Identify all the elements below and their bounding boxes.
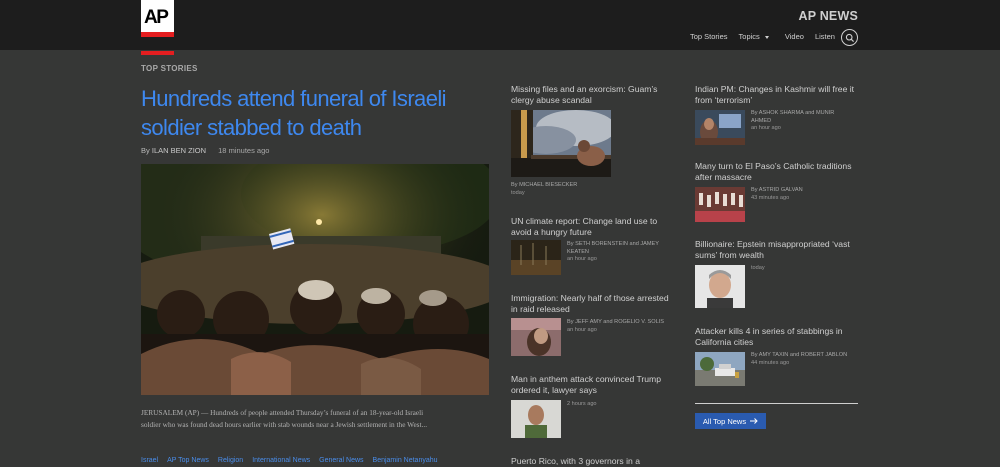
story-thumbnail[interactable] bbox=[695, 265, 745, 308]
lead-byline: By ILAN BEN ZION 18 minutes ago bbox=[141, 146, 269, 155]
story-item[interactable]: Man in anthem attack convinced Trump ord… bbox=[511, 374, 676, 396]
story-thumbnail[interactable] bbox=[511, 110, 611, 177]
tag-link[interactable]: Israel bbox=[141, 457, 158, 464]
story-thumbnail[interactable] bbox=[695, 187, 745, 222]
main-nav: Top Stories Topics Video Listen bbox=[690, 32, 835, 41]
story-thumbnail[interactable] bbox=[695, 352, 745, 386]
byline-time: 18 minutes ago bbox=[218, 146, 270, 155]
story-item[interactable]: Missing files and an exorcism: Guam’s cl… bbox=[511, 84, 676, 106]
lead-tags: Israel AP Top News Religion Internationa… bbox=[141, 457, 438, 464]
story-meta: 2 hours ago bbox=[567, 401, 667, 409]
arrow-right-icon bbox=[750, 418, 758, 424]
nav-topics-label: Topics bbox=[738, 32, 760, 41]
story-author[interactable]: By ASHOK SHARMA and MUNIR AHMED bbox=[751, 110, 834, 124]
story-meta: By JEFF AMY and ROGELIO V. SOLIS an hour… bbox=[567, 319, 667, 334]
story-headline[interactable]: UN climate report: Change land use to av… bbox=[511, 216, 676, 238]
story-headline[interactable]: Man in anthem attack convinced Trump ord… bbox=[511, 374, 676, 396]
tag-link[interactable]: Religion bbox=[218, 457, 243, 464]
story-meta: By MICHAEL BIESECKER today bbox=[511, 182, 676, 197]
story-meta: By ASHOK SHARMA and MUNIR AHMED an hour … bbox=[751, 110, 851, 133]
tag-link[interactable]: International News bbox=[252, 457, 310, 464]
story-meta: By AMY TAXIN and ROBERT JABLON 44 minute… bbox=[751, 352, 851, 367]
story-thumbnail[interactable] bbox=[511, 318, 561, 356]
story-item[interactable]: Many turn to El Paso’s Catholic traditio… bbox=[695, 161, 860, 183]
story-headline[interactable]: Many turn to El Paso’s Catholic traditio… bbox=[695, 161, 860, 183]
nav-topics[interactable]: Topics bbox=[739, 32, 769, 41]
story-time: an hour ago bbox=[567, 326, 597, 333]
story-item[interactable]: Billionaire: Epstein misappropriated ‘va… bbox=[695, 239, 860, 261]
top-bar: AP AP NEWS Top Stories Topics Video List… bbox=[0, 0, 1000, 50]
story-author[interactable]: By MICHAEL BIESECKER bbox=[511, 182, 577, 188]
story-meta: By SETH BORENSTEIN and JAMEY KEATEN an h… bbox=[567, 241, 667, 264]
ap-logo[interactable]: AP bbox=[141, 0, 174, 37]
story-headline[interactable]: Immigration: Nearly half of those arrest… bbox=[511, 293, 676, 315]
story-author[interactable]: By JEFF AMY and ROGELIO V. SOLIS bbox=[567, 319, 664, 325]
story-author[interactable]: By SETH BORENSTEIN and JAMEY KEATEN bbox=[567, 241, 659, 255]
story-author[interactable]: By ASTRID GALVAN bbox=[751, 187, 803, 193]
lead-photo[interactable] bbox=[141, 164, 489, 395]
ap-logo-bar bbox=[141, 32, 174, 37]
all-top-news-label: All Top News bbox=[702, 416, 747, 426]
story-item[interactable]: Attacker kills 4 in series of stabbings … bbox=[695, 326, 860, 348]
story-author[interactable]: By AMY TAXIN and ROBERT JABLON bbox=[751, 352, 847, 358]
story-item[interactable]: Puerto Rico, with 3 governors in a bbox=[511, 456, 676, 467]
ap-logo-text: AP bbox=[144, 7, 169, 28]
story-item[interactable]: UN climate report: Change land use to av… bbox=[511, 216, 676, 238]
search-button[interactable] bbox=[841, 29, 858, 46]
story-item[interactable]: Immigration: Nearly half of those arrest… bbox=[511, 293, 676, 315]
lead-headline[interactable]: Hundreds attend funeral of Israeli soldi… bbox=[141, 84, 496, 142]
story-headline[interactable]: Puerto Rico, with 3 governors in a bbox=[511, 456, 676, 467]
story-item[interactable]: Indian PM: Changes in Kashmir will free … bbox=[695, 84, 860, 106]
brand-name[interactable]: AP NEWS bbox=[798, 9, 858, 23]
section-label: TOP STORIES bbox=[141, 64, 198, 73]
story-time: today bbox=[511, 189, 525, 196]
story-time: 2 hours ago bbox=[567, 401, 597, 407]
tag-link[interactable]: AP Top News bbox=[167, 457, 209, 464]
byline-author[interactable]: ILAN BEN ZION bbox=[152, 146, 206, 155]
tag-link[interactable]: Benjamin Netanyahu bbox=[373, 457, 438, 464]
chevron-down-icon bbox=[764, 36, 769, 39]
logo-accent bbox=[141, 51, 174, 55]
story-meta: By ASTRID GALVAN 43 minutes ago bbox=[751, 187, 851, 202]
story-headline[interactable]: Missing files and an exorcism: Guam’s cl… bbox=[511, 84, 676, 106]
story-thumbnail[interactable] bbox=[695, 110, 745, 145]
story-time: today bbox=[751, 265, 765, 271]
nav-listen[interactable]: Listen bbox=[815, 32, 835, 41]
story-headline[interactable]: Attacker kills 4 in series of stabbings … bbox=[695, 326, 860, 348]
tag-link[interactable]: General News bbox=[319, 457, 363, 464]
story-time: an hour ago bbox=[567, 256, 597, 262]
divider bbox=[695, 403, 858, 404]
story-thumbnail[interactable] bbox=[511, 400, 561, 438]
search-icon bbox=[845, 33, 855, 43]
byline-prefix: By bbox=[141, 146, 150, 155]
lead-summary: JERUSALEM (AP) — Hundreds of people atte… bbox=[141, 408, 428, 429]
story-thumbnail[interactable] bbox=[511, 240, 561, 275]
story-headline[interactable]: Indian PM: Changes in Kashmir will free … bbox=[695, 84, 860, 106]
story-time: 44 minutes ago bbox=[751, 359, 790, 366]
story-time: an hour ago bbox=[751, 125, 781, 131]
nav-video[interactable]: Video bbox=[785, 32, 804, 41]
story-time: 43 minutes ago bbox=[751, 194, 790, 201]
all-top-news-button[interactable]: All Top News bbox=[695, 413, 766, 429]
nav-top-stories[interactable]: Top Stories bbox=[690, 32, 728, 41]
story-meta: today bbox=[751, 265, 851, 273]
story-headline[interactable]: Billionaire: Epstein misappropriated ‘va… bbox=[695, 239, 860, 261]
